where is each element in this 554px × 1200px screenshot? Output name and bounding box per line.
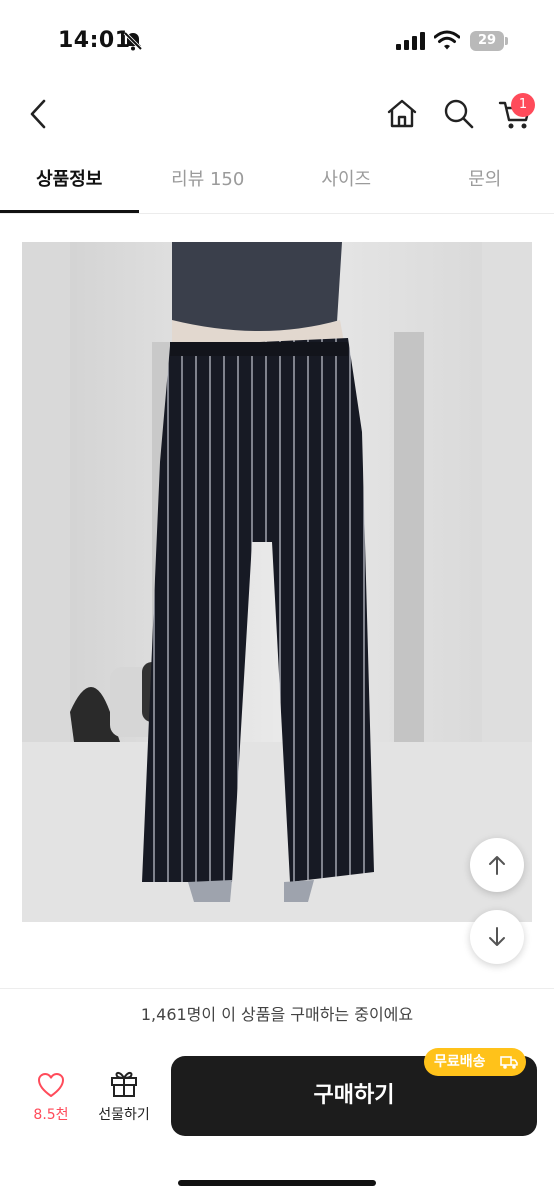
- product-image: [22, 242, 532, 922]
- nav-bar: 1: [0, 86, 554, 144]
- status-bar: 14:01 29: [0, 0, 554, 80]
- bell-slash-icon: [123, 31, 143, 51]
- gift-label: 선물하기: [98, 1107, 150, 1123]
- purchase-notice: 1,461명이 이 상품을 구매하는 중이에요: [0, 988, 554, 1040]
- battery-icon: 29: [470, 31, 508, 51]
- gift-button[interactable]: 선물하기: [90, 1068, 158, 1130]
- battery-level: 29: [470, 31, 504, 51]
- like-button[interactable]: 8.5천: [20, 1070, 82, 1130]
- tab-inquiry[interactable]: 문의: [416, 148, 554, 213]
- truck-icon: [500, 1056, 518, 1069]
- free-shipping-badge: 무료배송: [424, 1048, 526, 1076]
- scroll-to-bottom-button[interactable]: [470, 910, 524, 964]
- cart-badge: 1: [511, 93, 535, 117]
- tab-size[interactable]: 사이즈: [277, 148, 416, 213]
- scroll-to-top-button[interactable]: [470, 838, 524, 892]
- home-indicator: [178, 1180, 376, 1186]
- arrow-up-icon: [489, 856, 505, 875]
- bottom-action-bar: 8.5천 선물하기 구매하기 무료배송: [0, 1040, 554, 1200]
- tab-bar: 상품정보 리뷰 150 사이즈 문의: [0, 148, 554, 214]
- signal-icon: [396, 32, 425, 50]
- battery-cap: [505, 37, 508, 45]
- tab-product-info[interactable]: 상품정보: [0, 148, 139, 213]
- search-icon[interactable]: [441, 96, 477, 132]
- tab-reviews[interactable]: 리뷰 150: [139, 148, 278, 213]
- free-shipping-label: 무료배송: [434, 1054, 486, 1070]
- chevron-left-icon[interactable]: [22, 96, 58, 132]
- status-time: 14:01: [58, 28, 131, 53]
- home-icon[interactable]: [384, 96, 420, 132]
- gift-icon: [111, 1071, 137, 1097]
- arrow-down-icon: [489, 927, 505, 946]
- product-photo: [22, 242, 532, 922]
- like-count: 8.5천: [33, 1107, 69, 1123]
- wifi-icon: [434, 30, 460, 50]
- heart-icon: [38, 1073, 64, 1097]
